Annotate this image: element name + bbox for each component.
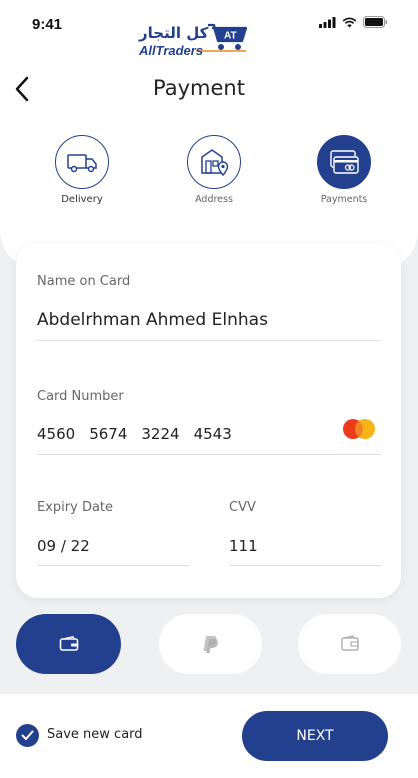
card-number-underline — [37, 454, 381, 455]
app-logo: كل التجار AllTraders AT — [138, 19, 250, 61]
card-icon — [330, 150, 359, 174]
card-number-group: 4543 — [193, 425, 232, 443]
card-number-input[interactable]: 4560 5674 3224 4543 — [37, 425, 232, 443]
card-icon — [59, 636, 78, 651]
expiry-date-underline — [37, 565, 189, 566]
name-on-card-underline — [37, 340, 381, 341]
step-payments-label: Payments — [320, 194, 368, 205]
cvv-label: CVV — [229, 500, 256, 515]
save-card-label[interactable]: Save new card — [47, 727, 143, 742]
paypal-icon — [203, 636, 218, 653]
payment-method-paypal-button[interactable] — [159, 614, 262, 674]
svg-text:AT: AT — [224, 31, 237, 42]
name-on-card-input[interactable]: Abdelrhman Ahmed Elnhas — [37, 310, 268, 330]
status-time: 9:41 — [32, 16, 63, 33]
svg-text:كل التجار: كل التجار — [138, 24, 209, 42]
card-number-group: 4560 — [37, 425, 76, 443]
step-delivery-circle — [55, 135, 109, 189]
checkmark-icon — [21, 730, 34, 740]
page-title-text: Payment — [153, 76, 245, 100]
step-delivery-label: Delivery — [61, 194, 103, 205]
step-payments-circle — [317, 135, 371, 189]
card-number-group: 5674 — [89, 425, 128, 443]
card-number-label: Card Number — [37, 389, 124, 404]
expiry-date-input[interactable]: 09 / 22 — [37, 537, 90, 555]
step-address[interactable]: Address — [184, 135, 244, 205]
mastercard-icon — [343, 419, 375, 439]
payment-method-wallet-button[interactable] — [298, 614, 401, 674]
payment-method-card-button[interactable] — [16, 614, 121, 674]
signal-icon — [319, 16, 336, 28]
wifi-icon — [342, 17, 357, 27]
step-payments[interactable]: Payments — [314, 135, 374, 205]
page-title: Payment — [0, 76, 398, 100]
battery-icon — [363, 16, 388, 28]
svg-text:AllTraders: AllTraders — [138, 43, 203, 58]
expiry-date-label: Expiry Date — [37, 500, 114, 515]
store-location-icon — [201, 149, 229, 177]
status-icons — [319, 16, 388, 28]
save-card-checkbox[interactable] — [16, 724, 39, 747]
name-on-card-label: Name on Card — [37, 274, 131, 289]
next-button[interactable]: NEXT — [242, 711, 388, 761]
card-details-form: Name on Card Abdelrhman Ahmed Elnhas Car… — [16, 243, 401, 598]
step-delivery[interactable]: Delivery — [52, 135, 112, 205]
truck-icon — [67, 154, 97, 173]
cvv-underline — [229, 565, 381, 566]
step-address-label: Address — [195, 194, 233, 205]
wallet-icon — [340, 635, 359, 651]
step-address-circle — [187, 135, 241, 189]
cvv-input[interactable]: 111 — [229, 537, 258, 555]
card-number-group: 3224 — [141, 425, 180, 443]
